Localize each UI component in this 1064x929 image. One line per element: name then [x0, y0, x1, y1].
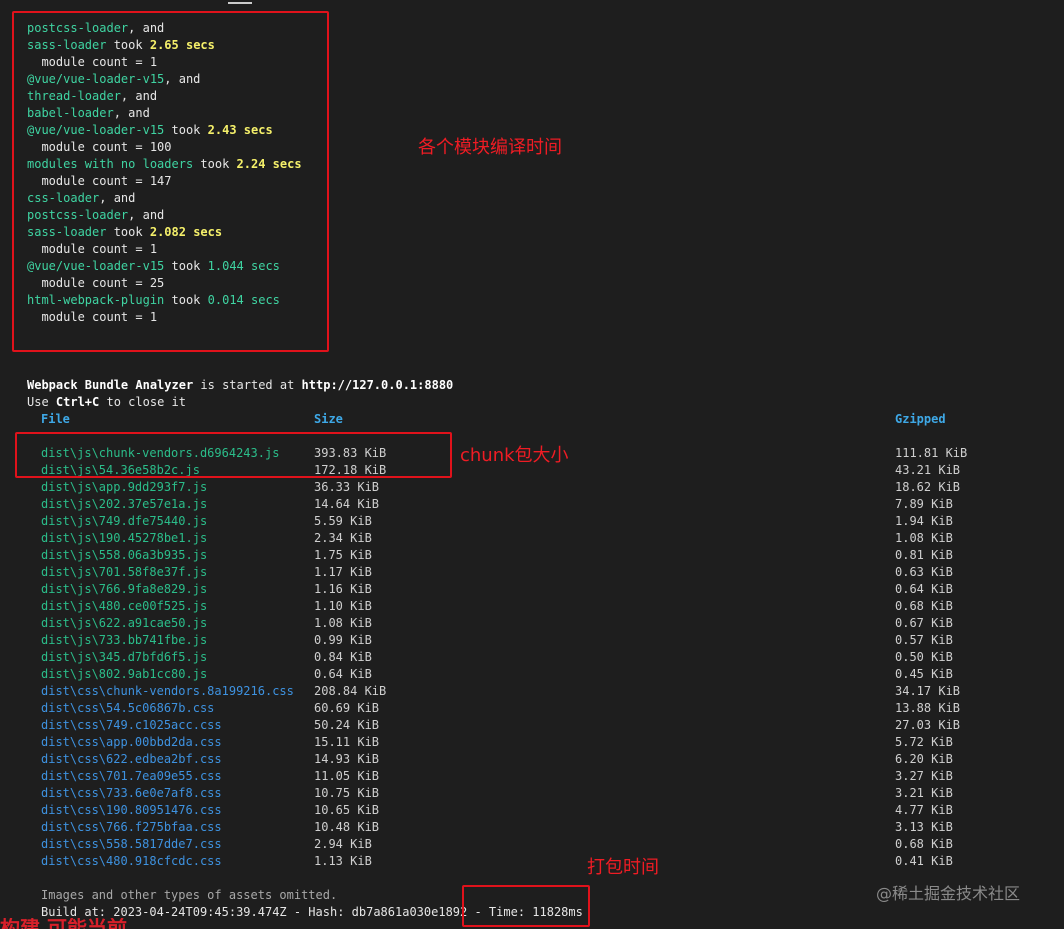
asset-file-name: dist\js\766.9fa8e829.js: [41, 582, 208, 596]
analyzer-close-line: Use Ctrl+C to close it: [27, 394, 186, 411]
header-size: Size: [314, 412, 343, 426]
juejin-watermark: @稀土掘金技术社区: [876, 884, 1021, 903]
asset-gzipped-size: 0.68 KiB: [895, 837, 953, 851]
terminal-screen: postcss-loader, and sass-loader took 2.65…: [0, 0, 1064, 929]
table-header: File Size Gzipped: [0, 411, 946, 428]
close-hint-pre: Use: [27, 395, 56, 409]
asset-size: 1.17 KiB: [314, 565, 372, 579]
asset-gzipped-size: 13.88 KiB: [895, 701, 961, 715]
asset-gzipped-size: 0.68 KiB: [895, 599, 953, 613]
asset-size: 1.10 KiB: [314, 599, 372, 613]
asset-file-name: dist\css\54.5c06867b.css: [41, 701, 215, 715]
asset-size: 1.13 KiB: [314, 854, 372, 868]
asset-file-name: dist\js\app.9dd293f7.js: [41, 480, 208, 494]
cropped-caption-text: 构建 可能当前: [0, 918, 300, 929]
assets-omitted-note: Images and other types of assets omitted…: [41, 888, 338, 902]
asset-file-name: dist\css\766.f275bfaa.css: [41, 820, 222, 834]
asset-file-name: dist\css\chunk-vendors.8a199216.css: [41, 684, 294, 698]
asset-size: 10.65 KiB: [314, 803, 380, 817]
asset-size: 1.75 KiB: [314, 548, 372, 562]
asset-file-name: dist\css\480.918cfcdc.css: [41, 854, 222, 868]
close-hint-key: Ctrl+C: [55, 395, 100, 409]
asset-file-name: dist\js\733.bb741fbe.js: [41, 633, 208, 647]
asset-gzipped-size: 1.08 KiB: [895, 531, 953, 545]
asset-file-name: dist\js\558.06a3b935.js: [41, 548, 208, 562]
asset-size: 5.59 KiB: [314, 514, 372, 528]
asset-size: 1.16 KiB: [314, 582, 372, 596]
asset-gzipped-size: 0.64 KiB: [895, 582, 953, 596]
module-time-annotation: 各个模块编译时间: [418, 137, 562, 158]
tab-indicator: [228, 2, 252, 4]
asset-file-name: dist\js\202.37e57e1a.js: [41, 497, 208, 511]
asset-gzipped-size: 3.13 KiB: [895, 820, 953, 834]
asset-gzipped-size: 3.21 KiB: [895, 786, 953, 800]
header-gzipped: Gzipped: [895, 412, 946, 426]
asset-gzipped-size: 4.77 KiB: [895, 803, 953, 817]
analyzer-started-text: is started at: [193, 378, 302, 392]
asset-file-name: dist\css\733.6e0e7af8.css: [41, 786, 222, 800]
asset-file-name: dist\js\190.45278be1.js: [41, 531, 208, 545]
module-time-highlight-box: [12, 11, 329, 352]
asset-size: 10.75 KiB: [314, 786, 380, 800]
asset-size: 36.33 KiB: [314, 480, 380, 494]
analyzer-started-line: Webpack Bundle Analyzer is started at ht…: [27, 377, 453, 394]
chunk-size-highlight-box: [15, 432, 452, 478]
asset-size: 10.48 KiB: [314, 820, 380, 834]
asset-size: 0.99 KiB: [314, 633, 372, 647]
asset-gzipped-size: 0.41 KiB: [895, 854, 953, 868]
asset-size: 60.69 KiB: [314, 701, 380, 715]
asset-file-name: dist\js\345.d7bfd6f5.js: [41, 650, 208, 664]
asset-file-name: dist\css\558.5817dde7.css: [41, 837, 222, 851]
asset-file-name: dist\css\622.edbea2bf.css: [41, 752, 222, 766]
chunk-size-annotation: chunk包大小: [460, 445, 569, 466]
asset-size: 2.94 KiB: [314, 837, 372, 851]
asset-gzipped-size: 43.21 KiB: [895, 463, 961, 477]
cropped-caption: 构建 可能当前: [0, 918, 300, 929]
asset-size: 1.08 KiB: [314, 616, 372, 630]
build-time-highlight-box: [462, 885, 590, 927]
asset-gzipped-size: 5.72 KiB: [895, 735, 953, 749]
analyzer-name: Webpack Bundle Analyzer: [27, 378, 194, 392]
asset-file-name: dist\css\749.c1025acc.css: [41, 718, 222, 732]
asset-file-name: dist\js\802.9ab1cc80.js: [41, 667, 208, 681]
asset-file-name: dist\js\622.a91cae50.js: [41, 616, 208, 630]
asset-file-name: dist\css\701.7ea09e55.css: [41, 769, 222, 783]
asset-gzipped-size: 111.81 KiB: [895, 446, 968, 460]
asset-size: 11.05 KiB: [314, 769, 380, 783]
asset-gzipped-size: 27.03 KiB: [895, 718, 961, 732]
asset-size: 14.64 KiB: [314, 497, 380, 511]
asset-size: 50.24 KiB: [314, 718, 380, 732]
header-file: File: [41, 412, 70, 426]
asset-gzipped-size: 18.62 KiB: [895, 480, 961, 494]
asset-gzipped-size: 0.81 KiB: [895, 548, 953, 562]
asset-gzipped-size: 0.50 KiB: [895, 650, 953, 664]
asset-gzipped-size: 0.63 KiB: [895, 565, 953, 579]
asset-gzipped-size: 34.17 KiB: [895, 684, 961, 698]
asset-file-name: dist\js\480.ce00f525.js: [41, 599, 208, 613]
asset-gzipped-size: 0.67 KiB: [895, 616, 953, 630]
asset-gzipped-size: 6.20 KiB: [895, 752, 953, 766]
analyzer-url-link[interactable]: http://127.0.0.1:8880: [302, 378, 454, 392]
pack-time-annotation: 打包时间: [587, 857, 659, 878]
asset-gzipped-size: 7.89 KiB: [895, 497, 953, 511]
asset-size: 2.34 KiB: [314, 531, 372, 545]
asset-file-name: dist\css\app.00bbd2da.css: [41, 735, 222, 749]
asset-size: 208.84 KiB: [314, 684, 387, 698]
asset-size: 0.84 KiB: [314, 650, 372, 664]
asset-size: 0.64 KiB: [314, 667, 372, 681]
asset-file-name: dist\js\701.58f8e37f.js: [41, 565, 208, 579]
asset-size: 15.11 KiB: [314, 735, 380, 749]
asset-file-name: dist\css\190.80951476.css: [41, 803, 222, 817]
asset-gzipped-size: 3.27 KiB: [895, 769, 953, 783]
close-hint-post: to close it: [99, 395, 186, 409]
asset-gzipped-size: 0.45 KiB: [895, 667, 953, 681]
asset-gzipped-size: 1.94 KiB: [895, 514, 953, 528]
asset-size: 14.93 KiB: [314, 752, 380, 766]
asset-gzipped-size: 0.57 KiB: [895, 633, 953, 647]
asset-file-name: dist\js\749.dfe75440.js: [41, 514, 208, 528]
